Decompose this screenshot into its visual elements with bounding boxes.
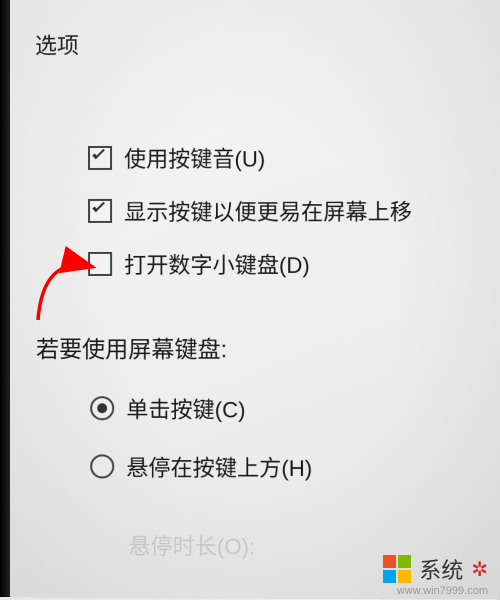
- dialog-screen: 选项 使用按键音(U) 显示按键以便更易在屏幕上移 打开数字小键盘(D) 若要使…: [10, 0, 500, 600]
- watermark-domain: www.win7999.com: [397, 585, 488, 597]
- checkbox-icon[interactable]: [88, 252, 112, 276]
- checkbox-icon[interactable]: [88, 146, 112, 170]
- microsoft-logo-icon: [383, 555, 411, 583]
- radio-icon[interactable]: [90, 396, 114, 420]
- screen-left-edge: [0, 0, 10, 597]
- checkbox-row-show-keys[interactable]: 显示按键以便更易在屏幕上移: [88, 194, 412, 226]
- dialog-title: 选项: [35, 28, 79, 60]
- radio-row-hover-keys[interactable]: 悬停在按键上方(H): [90, 450, 312, 483]
- radio-row-click-keys[interactable]: 单击按键(C): [90, 392, 245, 424]
- radio-label: 单击按键(C): [126, 392, 245, 424]
- checkbox-label: 使用按键音(U): [124, 142, 265, 174]
- hover-duration-label: 悬停时长(O):: [128, 529, 255, 562]
- checkbox-row-use-key-sound[interactable]: 使用按键音(U): [88, 142, 265, 174]
- watermark-text: 系统: [419, 553, 463, 585]
- checkbox-label: 显示按键以便更易在屏幕上移: [124, 194, 412, 226]
- checkbox-row-numeric-keypad[interactable]: 打开数字小键盘(D): [88, 248, 310, 280]
- radio-label: 悬停在按键上方(H): [126, 450, 312, 483]
- watermark: 系统 ✲: [383, 553, 488, 585]
- checkbox-icon[interactable]: [88, 199, 112, 223]
- flower-icon: ✲: [471, 557, 488, 582]
- radio-icon[interactable]: [90, 454, 114, 478]
- section-label-keyboard-mode: 若要使用屏幕键盘:: [36, 330, 227, 364]
- checkbox-label: 打开数字小键盘(D): [124, 248, 310, 280]
- screen-vignette: [10, 0, 500, 600]
